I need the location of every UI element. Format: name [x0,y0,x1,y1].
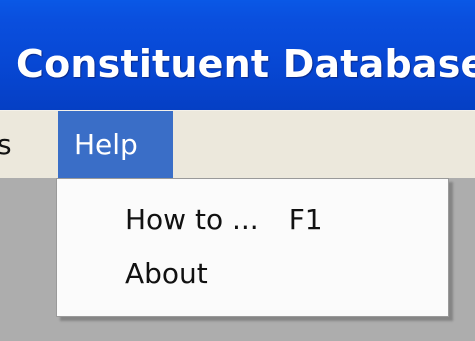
menu-item-about[interactable]: About [125,257,208,290]
application-window: Constituent Database s Help How to ... F1… [0,0,475,341]
menu-bar: s Help [0,110,475,179]
window-title: Constituent Database [16,42,475,86]
menu-item-help[interactable]: Help [58,111,173,179]
title-bar[interactable]: Constituent Database [0,0,475,110]
help-dropdown-menu: How to ... F1 About [56,178,449,317]
menu-item-about-label: About [125,257,208,290]
menu-item-how-to-label: How to ... [125,203,259,236]
shortcut-f1: F1 [288,203,323,236]
menu-item-partial[interactable]: s [0,111,12,179]
menu-item-how-to[interactable]: How to ... F1 [125,203,323,236]
